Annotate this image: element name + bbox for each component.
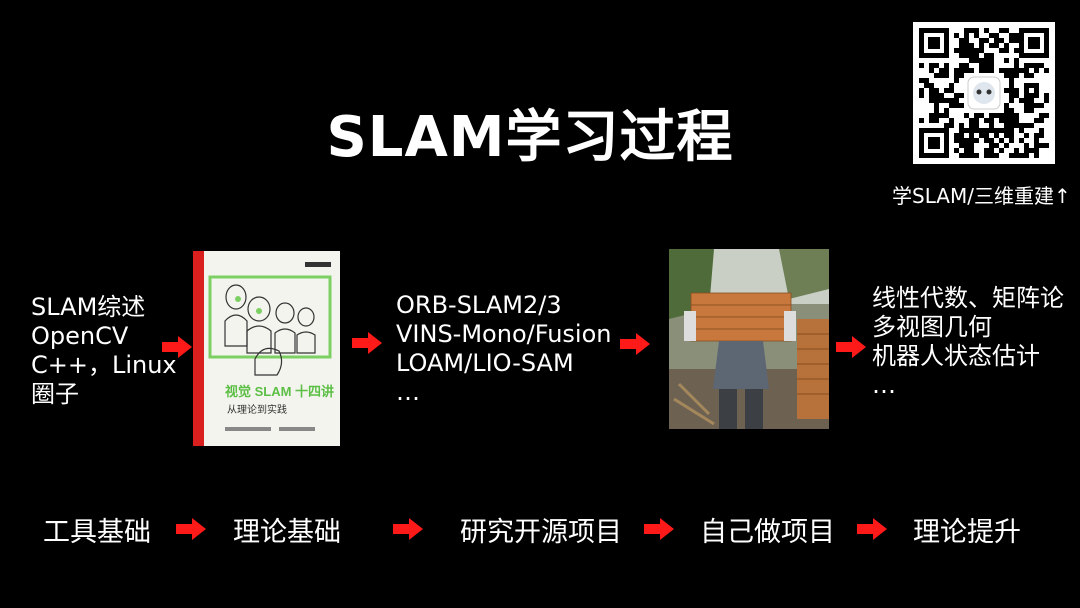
brick-carrying-photo <box>669 249 829 429</box>
step-theory-basics: 理论基础 <box>233 517 341 548</box>
book-cover-image: 视觉 SLAM 十四讲 从理论到实践 <box>193 251 340 446</box>
list-item: … <box>396 378 420 406</box>
step-tools: 工具基础 <box>43 517 151 548</box>
arrow-right-icon <box>393 518 423 540</box>
arrow-right-icon <box>352 332 382 354</box>
step-own-project: 自己做项目 <box>700 517 835 548</box>
list-item: OpenCV <box>31 322 129 350</box>
list-item: VINS-Mono/Fusion <box>396 320 612 348</box>
book-subtitle: 从理论到实践 <box>227 403 287 416</box>
open-source-list: ORB-SLAM2/3 VINS-Mono/Fusion LOAM/LIO-SA… <box>396 291 611 407</box>
qr-code-icon <box>913 22 1055 164</box>
list-item: 多视图几何 <box>872 313 992 341</box>
list-item: ORB-SLAM2/3 <box>396 291 562 319</box>
arrow-right-icon <box>162 336 192 358</box>
slide-title: SLAM学习过程 <box>326 105 734 170</box>
arrow-right-icon <box>620 333 650 355</box>
list-item: C++，Linux <box>31 351 177 379</box>
arrow-right-icon <box>644 518 674 540</box>
list-item: … <box>872 371 896 399</box>
arrow-right-icon <box>857 518 887 540</box>
arrow-right-icon <box>836 336 866 358</box>
list-item: SLAM综述 <box>31 293 146 321</box>
step-open-source: 研究开源项目 <box>460 517 622 548</box>
list-item: 机器人状态估计 <box>872 342 1040 370</box>
arrow-right-icon <box>176 518 206 540</box>
qr-caption: 学SLAM/三维重建↑ <box>892 184 1071 208</box>
list-item: LOAM/LIO-SAM <box>396 349 574 377</box>
book-title: 视觉 SLAM 十四讲 <box>225 384 334 399</box>
list-item: 圈子 <box>31 380 79 408</box>
list-item: 线性代数、矩阵论 <box>872 284 1064 312</box>
basics-list: SLAM综述 OpenCV C++，Linux 圈子 <box>31 293 177 409</box>
theory-list: 线性代数、矩阵论 多视图几何 机器人状态估计 … <box>872 284 1064 400</box>
step-theory-advance: 理论提升 <box>913 517 1021 548</box>
